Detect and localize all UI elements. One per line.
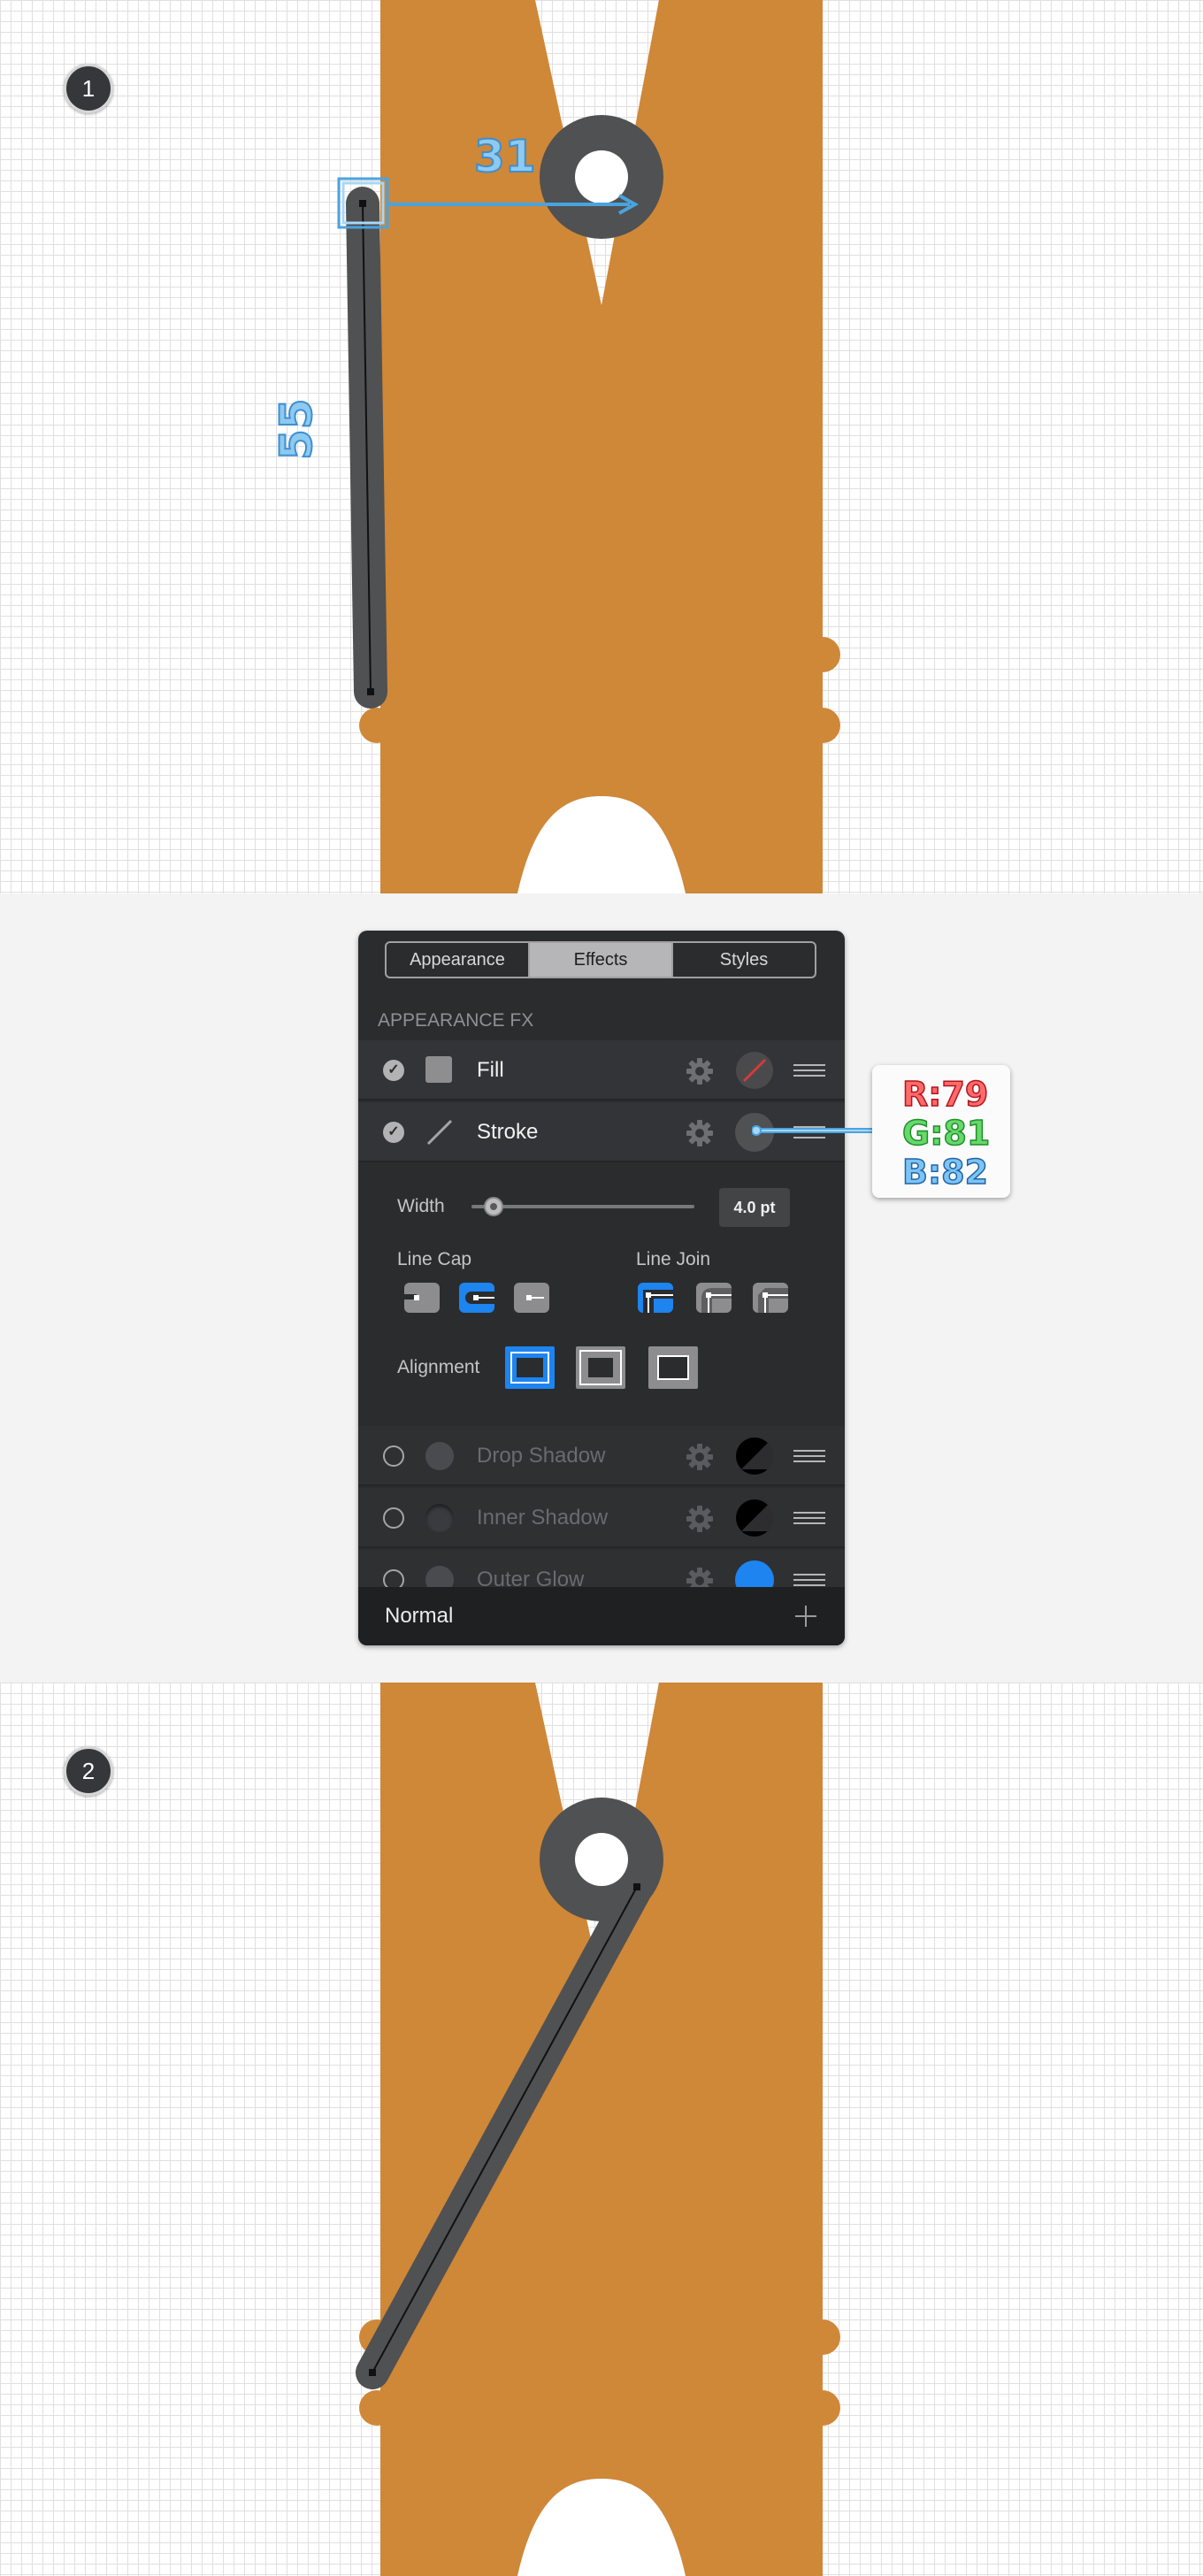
green-value: G:81 bbox=[901, 1114, 991, 1153]
width-value-field[interactable]: 4.0 pt bbox=[719, 1188, 790, 1227]
round-cap-button[interactable] bbox=[459, 1283, 494, 1313]
bevel-join-button[interactable] bbox=[753, 1283, 788, 1313]
align-inside-icon bbox=[579, 1350, 622, 1385]
clothespin-nub bbox=[805, 637, 840, 672]
miter-join-button[interactable] bbox=[638, 1283, 673, 1313]
gear-icon[interactable] bbox=[686, 1057, 714, 1085]
tab-appearance[interactable]: Appearance bbox=[387, 943, 530, 977]
red-value: R:79 bbox=[901, 1075, 989, 1114]
step-1-artboard: 1 31 55 bbox=[0, 0, 1203, 893]
gear-icon[interactable] bbox=[686, 1119, 714, 1147]
section-title: APPEARANCE FX bbox=[378, 1010, 534, 1031]
step-1-illustration bbox=[337, 0, 840, 893]
inner-shadow-icon bbox=[425, 1504, 454, 1532]
line-cap-label: Line Cap bbox=[397, 1249, 472, 1269]
drag-handle-icon[interactable] bbox=[793, 1574, 825, 1586]
effect-label: Inner Shadow bbox=[477, 1506, 609, 1530]
width-label: Width bbox=[397, 1196, 445, 1216]
effect-label: Drop Shadow bbox=[477, 1444, 606, 1468]
align-center-icon bbox=[510, 1352, 549, 1384]
drag-handle-icon[interactable] bbox=[793, 1064, 825, 1077]
square-cap-button[interactable] bbox=[514, 1283, 549, 1313]
effect-label: Stroke bbox=[477, 1120, 539, 1144]
clothespin-nub bbox=[805, 708, 840, 743]
shadow-color-swatch[interactable] bbox=[735, 1499, 774, 1537]
line-join-label: Line Join bbox=[636, 1249, 711, 1269]
step-number-badge: 1 bbox=[64, 64, 113, 113]
add-effect-plus-icon[interactable] bbox=[795, 1606, 816, 1627]
callout-connector bbox=[752, 1125, 874, 1136]
gear-icon[interactable] bbox=[686, 1505, 714, 1533]
enabled-check-icon[interactable]: ✓ bbox=[383, 1122, 404, 1143]
butt-cap-icon bbox=[404, 1294, 419, 1300]
align-center-button[interactable] bbox=[505, 1346, 555, 1389]
enabled-check-icon[interactable]: ✓ bbox=[383, 1060, 404, 1081]
enable-toggle-icon[interactable] bbox=[383, 1445, 404, 1467]
align-outside-button[interactable] bbox=[648, 1346, 698, 1389]
stroke-settings: Width 4.0 pt Line Cap Line Join Alignmen… bbox=[358, 1164, 845, 1426]
effect-row-inner-shadow[interactable]: Inner Shadow bbox=[358, 1488, 845, 1548]
appearance-panel: Appearance Effects Styles APPEARANCE FX … bbox=[358, 931, 845, 1645]
blue-value: B:82 bbox=[901, 1153, 989, 1192]
clothespin-nub bbox=[805, 2319, 840, 2355]
drag-handle-icon[interactable] bbox=[793, 1450, 825, 1462]
effect-row-fill[interactable]: ✓ Fill bbox=[358, 1040, 845, 1100]
anchor-point bbox=[633, 1883, 640, 1890]
align-outside-icon bbox=[657, 1355, 689, 1380]
anchor-point bbox=[369, 2369, 376, 2376]
fill-square-icon bbox=[425, 1056, 452, 1083]
step-number-badge: 2 bbox=[64, 1746, 113, 1796]
panel-footer: Normal bbox=[358, 1587, 845, 1645]
align-inside-button[interactable] bbox=[576, 1346, 625, 1389]
miter-join-icon bbox=[643, 1290, 673, 1313]
bevel-join-icon bbox=[758, 1288, 788, 1313]
gear-icon[interactable] bbox=[686, 1443, 714, 1471]
blend-mode-selector[interactable]: Normal bbox=[385, 1587, 453, 1645]
vertical-dimension-label: 55 bbox=[270, 397, 323, 461]
tab-effects[interactable]: Effects bbox=[530, 943, 673, 977]
width-slider-thumb[interactable] bbox=[484, 1197, 503, 1216]
round-cap-icon bbox=[465, 1292, 494, 1304]
width-slider-track[interactable] bbox=[471, 1205, 694, 1208]
effect-label: Fill bbox=[477, 1058, 504, 1082]
hole-center bbox=[575, 1833, 628, 1886]
anchor-point bbox=[359, 200, 366, 207]
clothespin-nub bbox=[805, 2390, 840, 2426]
butt-cap-button[interactable] bbox=[404, 1283, 440, 1313]
no-fill-swatch-icon[interactable] bbox=[735, 1051, 774, 1090]
round-join-button[interactable] bbox=[696, 1283, 732, 1313]
clothespin-nub bbox=[359, 708, 395, 743]
effect-row-drop-shadow[interactable]: Drop Shadow bbox=[358, 1426, 845, 1486]
square-cap-icon bbox=[526, 1295, 544, 1300]
rgb-color-callout: R:79 G:81 B:82 bbox=[872, 1065, 1010, 1198]
round-join-icon bbox=[701, 1288, 732, 1313]
anchor-point bbox=[367, 688, 374, 695]
tab-styles[interactable]: Styles bbox=[673, 943, 815, 977]
stroke-line-icon bbox=[426, 1119, 453, 1146]
clothespin-nub bbox=[359, 2390, 395, 2426]
horizontal-dimension-label: 31 bbox=[473, 131, 537, 182]
alignment-label: Alignment bbox=[397, 1357, 480, 1377]
drop-shadow-icon bbox=[425, 1442, 454, 1470]
step-2-illustration bbox=[356, 1683, 840, 2576]
step-2-artboard: 2 bbox=[0, 1683, 1203, 2576]
shadow-color-swatch[interactable] bbox=[735, 1437, 774, 1476]
drag-handle-icon[interactable] bbox=[793, 1512, 825, 1524]
panel-tabs: Appearance Effects Styles bbox=[385, 941, 816, 978]
enable-toggle-icon[interactable] bbox=[383, 1507, 404, 1529]
